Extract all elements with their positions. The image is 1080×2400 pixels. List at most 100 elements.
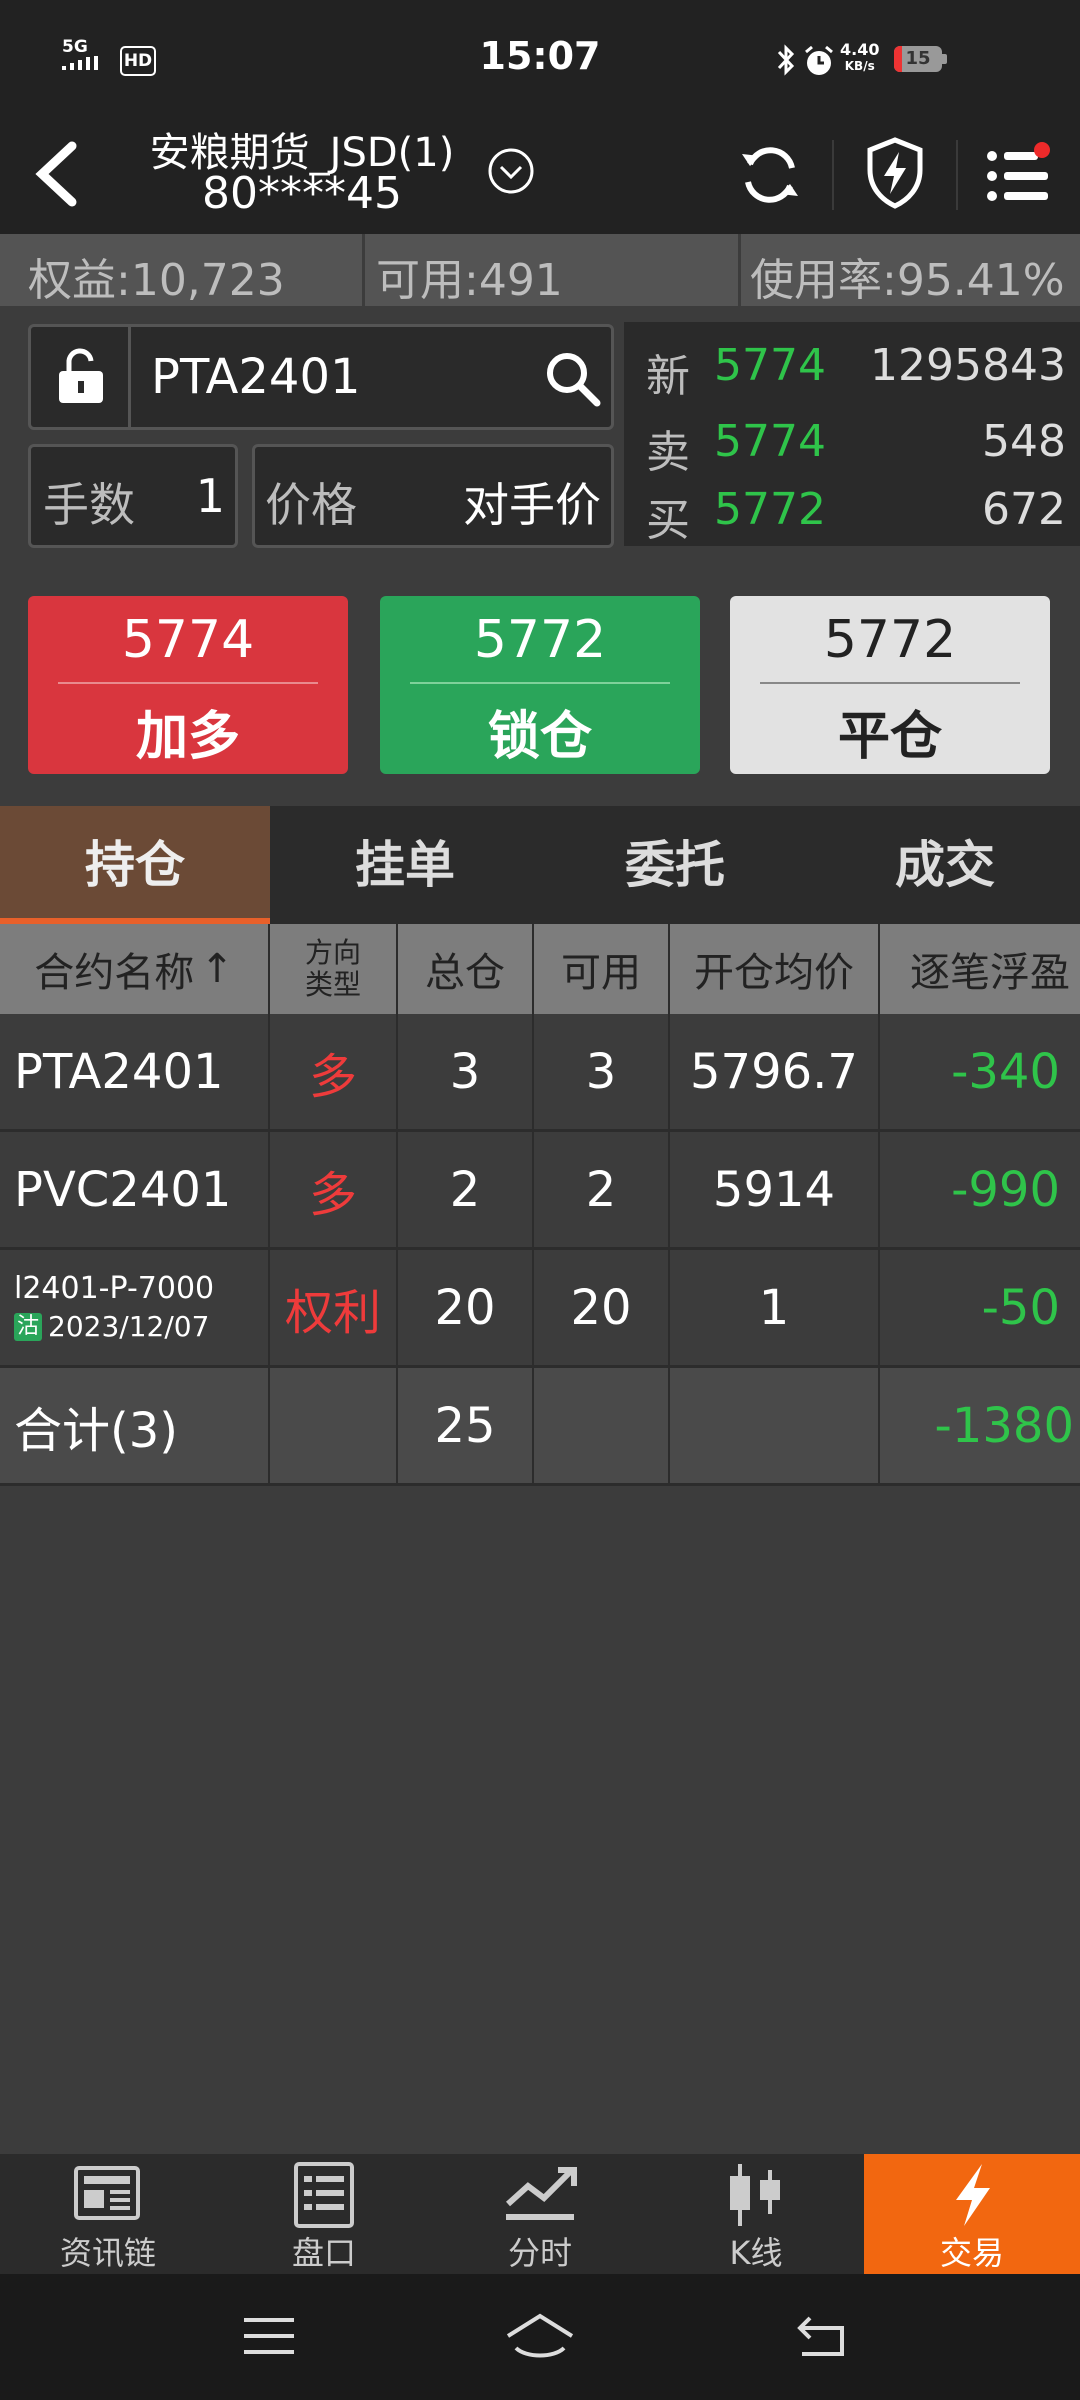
header-available[interactable]: 可用	[534, 924, 670, 1014]
summary-divider	[738, 234, 741, 306]
menu-list-icon[interactable]	[984, 142, 1054, 206]
search-icon[interactable]	[543, 349, 603, 409]
header-avg-open-price[interactable]: 开仓均价	[670, 924, 880, 1014]
header-total-position[interactable]: 总仓	[398, 924, 534, 1014]
table-row[interactable]: l2401-P-7000 沽 2023/12/07 权利 20 20 1 -50	[0, 1250, 1080, 1368]
table-row[interactable]: PTA2401 多 3 3 5796.7 -340	[0, 1014, 1080, 1132]
nav-label: 盘口	[291, 2234, 356, 2272]
table-row[interactable]: PVC2401 多 2 2 5914 -990	[0, 1132, 1080, 1250]
shield-lightning-icon[interactable]	[864, 136, 926, 212]
cell-available: 3	[534, 1014, 670, 1129]
app-header: 安粮期货_JSD(1) 80****45	[0, 120, 1080, 234]
cell-available: 20	[534, 1250, 670, 1365]
button-divider	[760, 682, 1020, 684]
cell-empty	[270, 1368, 398, 1483]
buy-price: 5774	[121, 610, 255, 670]
cell-empty	[534, 1368, 670, 1483]
lock-price: 5772	[473, 610, 607, 670]
sort-arrow-icon: ↑	[200, 946, 234, 992]
account-number[interactable]: 80****45	[122, 168, 482, 219]
header-contract-name[interactable]: 合约名称 ↑	[0, 924, 270, 1014]
status-bar: 5G HD 15:07 4.40 KB/s 15	[0, 0, 1080, 120]
button-divider	[58, 682, 318, 684]
header-direction-type[interactable]: 方向 类型	[270, 924, 398, 1014]
nav-news[interactable]: 资讯链	[0, 2154, 216, 2274]
header-float-pnl[interactable]: 逐笔浮盈	[880, 924, 1080, 1014]
battery-icon: 15	[894, 46, 942, 72]
cell-contract-name: PTA2401	[0, 1014, 270, 1129]
system-nav-bar	[0, 2274, 1080, 2400]
nav-kline[interactable]: K线	[648, 2154, 864, 2274]
close-position-button[interactable]: 5772 平仓	[730, 596, 1050, 774]
nav-orderbook[interactable]: 盘口	[216, 2154, 432, 2274]
lock-position-button[interactable]: 5772 锁仓	[380, 596, 700, 774]
tab-orders[interactable]: 委托	[540, 806, 810, 924]
quote-label: 新	[646, 351, 690, 402]
cell-avg-price: 1	[670, 1250, 880, 1365]
nav-intraday[interactable]: 分时	[432, 2154, 648, 2274]
close-label: 平仓	[837, 707, 942, 767]
cell-direction: 多	[270, 1014, 398, 1129]
quote-price: 5772	[714, 484, 826, 535]
option-expiry: 沽 2023/12/07	[14, 1308, 209, 1346]
buy-label: 加多	[135, 707, 240, 767]
price-label: 价格	[265, 478, 357, 532]
menu-icon[interactable]	[242, 2314, 298, 2360]
header-label: 类型	[304, 968, 361, 1001]
cell-available: 2	[534, 1132, 670, 1247]
account-summary-bar: 权益:10,723 可用:491 使用率:95.41%	[0, 234, 1080, 306]
table-header: 合约名称 ↑ 方向 类型 总仓 可用 开仓均价 逐笔浮盈	[0, 924, 1080, 1014]
quote-volume: 1295843	[870, 340, 1066, 391]
tab-bar: 持仓 挂单 委托 成交	[0, 806, 1080, 924]
cell-total-label: 合计(3)	[0, 1368, 270, 1483]
cell-contract-name: PVC2401	[0, 1132, 270, 1247]
equity-text: 权益:10,723	[28, 255, 285, 306]
alarm-icon	[805, 45, 833, 75]
close-price: 5772	[823, 610, 957, 670]
candlestick-icon	[730, 2164, 780, 2226]
buy-long-button[interactable]: 5774 加多	[28, 596, 348, 774]
cell-total: 2	[398, 1132, 534, 1247]
summary-divider	[362, 234, 365, 306]
quote-row-bid: 买 5772 672	[624, 484, 1080, 554]
home-icon[interactable]	[504, 2310, 576, 2362]
nav-label: 资讯链	[59, 2234, 156, 2272]
network-speed: 4.40 KB/s	[840, 42, 879, 74]
chevron-down-icon[interactable]	[486, 146, 536, 196]
quote-panel: 新 5774 1295843 卖 5774 548 买 5772 672	[624, 322, 1080, 546]
tab-positions[interactable]: 持仓	[0, 806, 270, 924]
cell-direction: 多	[270, 1132, 398, 1247]
contract-code[interactable]: PTA2401	[151, 349, 361, 405]
back-icon[interactable]	[796, 2314, 852, 2360]
quantity-field[interactable]: 手数 1	[28, 444, 238, 548]
quote-volume: 548	[982, 416, 1066, 467]
put-badge: 沽	[14, 1313, 43, 1341]
lock-label: 锁仓	[487, 707, 592, 767]
cell-total: 20	[398, 1250, 534, 1365]
refresh-icon[interactable]	[738, 140, 802, 210]
cell-avg-price: 5914	[670, 1132, 880, 1247]
quantity-value[interactable]: 1	[196, 469, 225, 523]
quote-row-ask: 卖 5774 548	[624, 416, 1080, 486]
speed-value: 4.40	[840, 40, 880, 59]
back-arrow-icon[interactable]	[24, 134, 94, 214]
news-icon	[74, 2166, 140, 2220]
price-field[interactable]: 价格 对手价	[252, 444, 614, 548]
available-text: 可用:491	[376, 255, 563, 306]
expiry-date: 2023/12/07	[48, 1309, 210, 1343]
usage-rate-text: 使用率:95.41%	[750, 255, 1065, 306]
price-value[interactable]: 对手价	[463, 469, 601, 535]
lock-toggle[interactable]	[31, 327, 131, 427]
tab-trades[interactable]: 成交	[810, 806, 1080, 924]
quote-volume: 672	[982, 484, 1066, 535]
header-divider	[832, 140, 834, 210]
button-divider	[410, 682, 670, 684]
tab-pending-orders[interactable]: 挂单	[270, 806, 540, 924]
nav-trade[interactable]: 交易	[864, 2154, 1080, 2274]
cell-float-pnl: -50	[981, 1279, 1060, 1336]
quote-label: 买	[646, 495, 690, 546]
cell-float-pnl: -990	[951, 1161, 1060, 1218]
contract-search-box[interactable]: PTA2401	[28, 324, 614, 430]
quantity-label: 手数	[43, 478, 135, 532]
header-label: 合约名称	[34, 950, 195, 996]
